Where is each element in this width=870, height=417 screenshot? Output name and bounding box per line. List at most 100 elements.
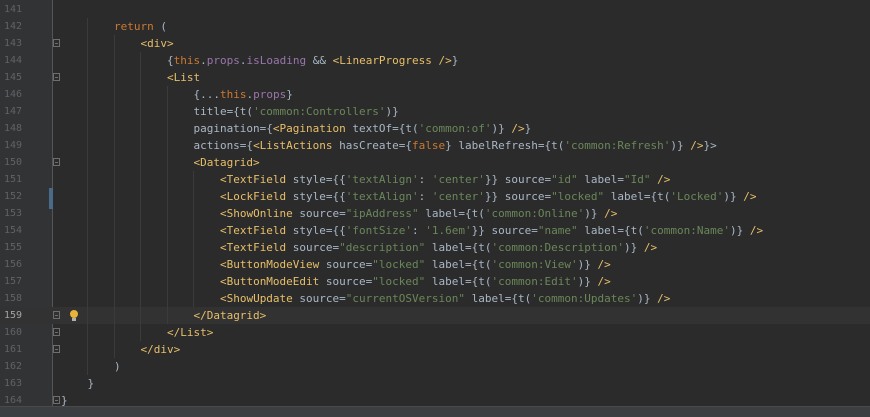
code-line[interactable]: 157 <ButtonModeEdit source="locked" labe… [0, 273, 870, 290]
code-text[interactable]: pagination={<Pagination textOf={t('commo… [61, 120, 531, 137]
code-line[interactable]: 156 <ButtonModeView source="locked" labe… [0, 256, 870, 273]
fold-marker-icon[interactable] [53, 158, 60, 166]
code-line[interactable]: 163 } [0, 375, 870, 392]
code-line[interactable]: 145 <List [0, 69, 870, 86]
fold-marker-icon[interactable] [53, 39, 60, 47]
line-number[interactable]: 162 [0, 358, 22, 375]
line-number[interactable]: 141 [0, 1, 22, 18]
line-number[interactable]: 146 [0, 86, 22, 103]
code-line[interactable]: 162 ) [0, 358, 870, 375]
code-text[interactable]: ) [61, 358, 121, 375]
code-line[interactable]: 144 {this.props.isLoading && <LinearProg… [0, 52, 870, 69]
line-number[interactable]: 148 [0, 120, 22, 137]
code-token: <Pagination [272, 122, 346, 135]
line-number[interactable]: 151 [0, 171, 22, 188]
code-text[interactable]: <LockField style={{'textAlign': 'center'… [61, 188, 757, 205]
code-token: <ButtonModeEdit [219, 275, 320, 288]
line-number[interactable]: 156 [0, 256, 22, 273]
code-token: "currentOSVersion" [345, 292, 466, 305]
code-text[interactable]: actions={<ListActions hasCreate={false} … [61, 137, 716, 154]
line-number[interactable]: 161 [0, 341, 22, 358]
code-line[interactable]: 141 [0, 1, 870, 18]
code-text[interactable]: <TextField style={{'textAlign': 'center'… [61, 171, 670, 188]
code-text[interactable]: <div> [61, 35, 173, 52]
code-text[interactable]: </List> [61, 324, 213, 341]
line-number[interactable]: 143 [0, 35, 22, 52]
line-number[interactable]: 163 [0, 375, 22, 392]
line-number[interactable]: 153 [0, 205, 22, 222]
code-line[interactable]: 159 </Datagrid> [0, 307, 870, 324]
line-number[interactable]: 154 [0, 222, 22, 239]
code-text[interactable]: <ButtonModeEdit source="locked" label={t… [61, 273, 611, 290]
code-token: <ListActions [253, 139, 333, 152]
code-text[interactable]: {this.props.isLoading && <LinearProgress… [61, 52, 458, 69]
code-token: style={{ [286, 190, 346, 203]
code-line[interactable]: 147 title={t('common:Controllers')} [0, 103, 870, 120]
code-line[interactable]: 148 pagination={<Pagination textOf={t('c… [0, 120, 870, 137]
code-text[interactable]: <TextField source="description" label={t… [61, 239, 657, 256]
line-number[interactable]: 160 [0, 324, 22, 341]
code-text[interactable]: <ShowOnline source="ipAddress" label={t(… [61, 205, 617, 222]
code-text[interactable]: <List [61, 69, 200, 86]
code-line[interactable]: 146 {...this.props} [0, 86, 870, 103]
code-token: 'common:Refresh' [564, 139, 671, 152]
line-number[interactable]: 152 [0, 188, 22, 205]
code-text[interactable]: </Datagrid> [61, 307, 266, 324]
code-line[interactable]: 143 <div> [0, 35, 870, 52]
fold-marker-icon[interactable] [53, 311, 60, 319]
code-token: this [173, 54, 201, 67]
code-line[interactable]: 161 </div> [0, 341, 870, 358]
line-number[interactable]: 145 [0, 69, 22, 86]
fold-marker-icon[interactable] [53, 396, 60, 404]
code-text[interactable]: <Datagrid> [61, 154, 259, 171]
code-line[interactable]: 142 return ( [0, 18, 870, 35]
code-line[interactable]: 154 <TextField style={{'fontSize': '1.6e… [0, 222, 870, 239]
code-token: . [200, 54, 207, 67]
code-line[interactable]: 152 <LockField style={{'textAlign': 'cen… [0, 188, 870, 205]
code-text[interactable]: } [61, 375, 94, 392]
line-number[interactable]: 155 [0, 239, 22, 256]
code-token: 'common:Description' [491, 241, 624, 254]
code-text[interactable]: </div> [61, 341, 180, 358]
code-text[interactable]: {...this.props} [61, 86, 292, 103]
fold-marker-icon[interactable] [53, 73, 60, 81]
code-line[interactable]: 155 <TextField source="description" labe… [0, 239, 870, 256]
line-number[interactable]: 150 [0, 154, 22, 171]
code-text[interactable]: return ( [61, 18, 167, 35]
code-line[interactable]: 160 </List> [0, 324, 870, 341]
line-number[interactable]: 159 [0, 307, 22, 324]
change-marker[interactable] [49, 188, 53, 209]
line-number[interactable]: 147 [0, 103, 22, 120]
line-number[interactable]: 142 [0, 18, 22, 35]
code-text[interactable]: <ButtonModeView source="locked" label={t… [61, 256, 611, 273]
code-token: }} source= [484, 190, 552, 203]
code-token: /> [749, 224, 764, 237]
code-line[interactable]: 151 <TextField style={{'textAlign': 'cen… [0, 171, 870, 188]
code-token: label={t( [425, 241, 492, 254]
code-line[interactable]: 153 <ShowOnline source="ipAddress" label… [0, 205, 870, 222]
code-line[interactable]: 158 <ShowUpdate source="currentOSVersion… [0, 290, 870, 307]
line-number[interactable]: 144 [0, 52, 22, 69]
line-number[interactable]: 157 [0, 273, 22, 290]
code-text[interactable]: <TextField style={{'fontSize': '1.6em'}}… [61, 222, 763, 239]
code-line[interactable]: 149 actions={<ListActions hasCreate={fal… [0, 137, 870, 154]
code-token: /> [597, 258, 611, 271]
code-editor[interactable]: 141 142 return (143 <div> 144 {this.props.… [0, 0, 870, 417]
code-text[interactable]: <ShowUpdate source="currentOSVersion" la… [61, 290, 670, 307]
fold-marker-icon[interactable] [53, 345, 60, 353]
line-number[interactable]: 149 [0, 137, 22, 154]
line-number[interactable]: 158 [0, 290, 22, 307]
code-token: </div> [140, 343, 181, 356]
code-line[interactable]: 150 <Datagrid> [0, 154, 870, 171]
fold-marker-icon[interactable] [53, 328, 60, 336]
code-token: label={t( [425, 275, 492, 288]
code-token: } [451, 54, 459, 67]
code-text[interactable]: title={t('common:Controllers')} [61, 103, 398, 120]
code-token: && [306, 54, 333, 67]
